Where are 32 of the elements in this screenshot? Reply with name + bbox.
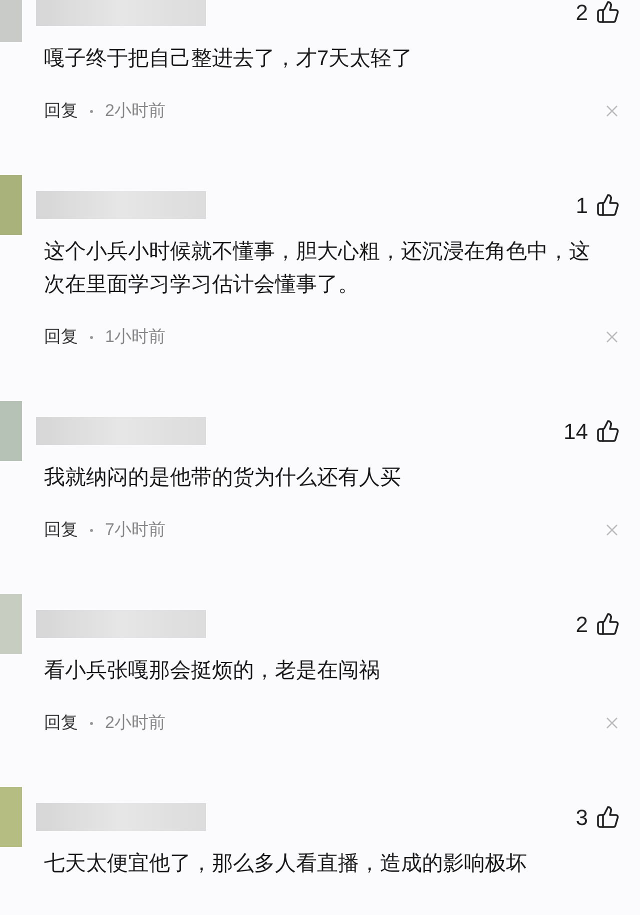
dot-separator-icon [90,336,93,338]
dot-separator-icon [90,528,93,532]
thumbs-up-icon[interactable] [596,805,620,829]
reply-link[interactable]: 回复 [44,710,78,736]
avatar-placeholder [0,401,22,461]
avatar-placeholder [0,787,22,847]
timestamp: 2小时前 [105,100,166,122]
thumbs-up-icon[interactable] [596,419,620,443]
timestamp: 1小时前 [105,326,166,348]
reply-link[interactable]: 回复 [44,517,78,543]
like-count: 1 [576,192,588,220]
avatar-placeholder [0,0,22,42]
thumbs-up-icon[interactable] [596,0,620,24]
like-count: 2 [576,610,588,638]
dot-separator-icon [90,722,93,724]
comment-text: 这个小兵小时候就不懂事，胆大心粗，还沉浸在角色中，这次在里面学习学习估计会懂事了。 [43,239,591,298]
avatar-placeholder [0,175,22,235]
timestamp: 7小时前 [105,519,166,542]
comment-text: 七天太便宜他了，那么多人看直播，造成的影响极坏 [43,851,528,877]
avatar-placeholder [0,594,22,654]
like-count: 2 [576,0,588,26]
like-count: 14 [564,418,588,446]
comment-text: 嘎子终于把自己整进去了，才7天太轻了 [43,46,414,72]
thumbs-up-icon[interactable] [596,612,620,636]
timestamp: 2小时前 [105,712,166,734]
reply-link[interactable]: 回复 [44,98,78,124]
thumbs-up-icon[interactable] [596,193,620,217]
comment-text: 看小兵张嘎那会挺烦的，老是在闯祸 [43,658,381,684]
comment-text: 我就纳闷的是他带的货为什么还有人买 [43,465,402,491]
like-count: 3 [576,804,588,832]
reply-link[interactable]: 回复 [44,324,78,350]
dot-separator-icon [90,110,93,112]
